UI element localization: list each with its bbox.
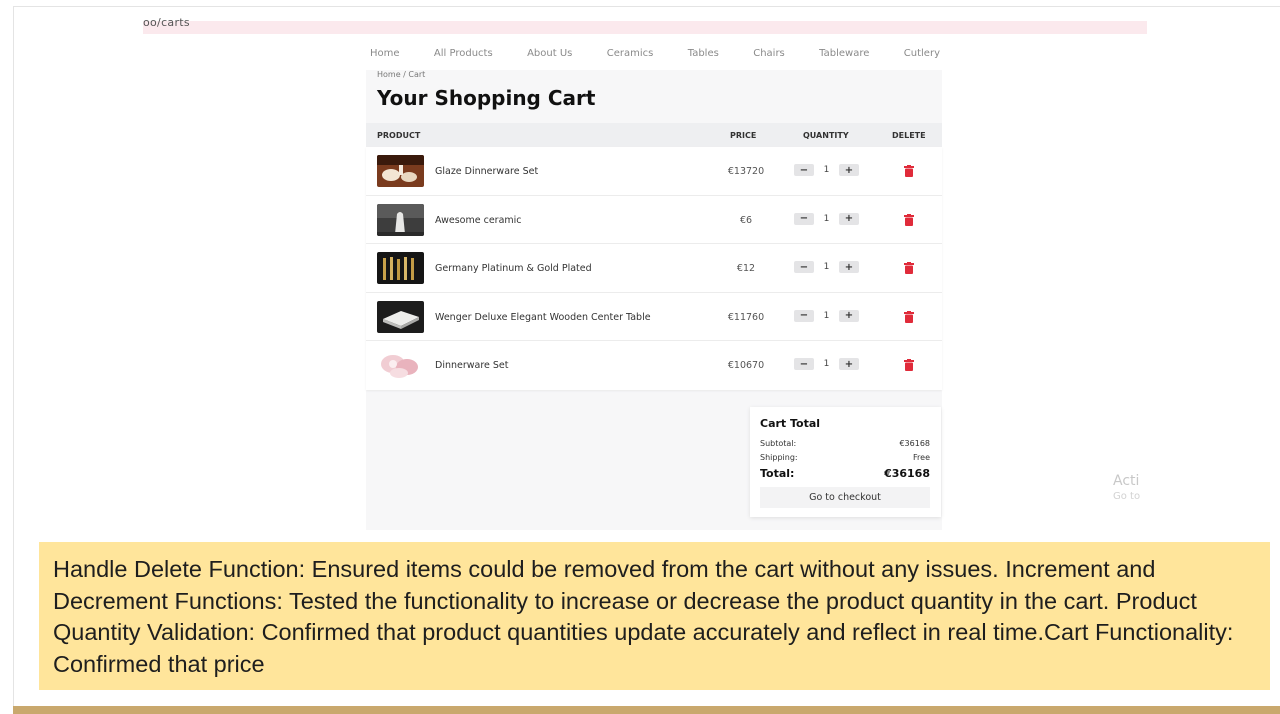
product-thumbnail-wooden-table — [377, 300, 424, 333]
quantity-value: 1 — [823, 165, 830, 175]
product-thumbnail-gold-cutlery — [377, 252, 424, 285]
activate-watermark-subtitle: Go to — [1113, 491, 1141, 502]
subtotal-value: €36168 — [899, 439, 930, 448]
activate-watermark-title: Acti — [1113, 473, 1140, 489]
trash-icon[interactable] — [904, 262, 914, 275]
slide-bottom-bar — [13, 706, 1280, 714]
caption-note: Handle Delete Function: Ensured items co… — [39, 542, 1270, 690]
breadcrumb[interactable]: Home / Cart — [377, 70, 425, 79]
decrement-button[interactable]: − — [794, 212, 814, 225]
page-title: Your Shopping Cart — [377, 86, 596, 110]
shipping-value: Free — [913, 453, 930, 462]
product-price: €13720 — [727, 166, 765, 177]
trash-icon[interactable] — [904, 310, 914, 323]
quantity-stepper: − 1 + — [794, 212, 859, 225]
quantity-value: 1 — [823, 359, 830, 370]
quantity-value: 1 — [823, 310, 830, 321]
table-row: Wenger Deluxe Elegant Wooden Center Tabl… — [366, 293, 942, 342]
trash-icon[interactable] — [904, 213, 914, 226]
product-name[interactable]: Awesome ceramic — [435, 215, 522, 226]
product-price: €10670 — [727, 360, 765, 372]
product-price: €6 — [739, 214, 753, 226]
quantity-value: 1 — [823, 262, 830, 273]
product-name[interactable]: Germany Platinum & Gold Plated — [435, 263, 592, 274]
header-product: PRODUCT — [377, 131, 421, 140]
cart-total-title: Cart Total — [760, 417, 821, 430]
nav-item-tables[interactable]: Tables — [688, 48, 719, 59]
quantity-stepper: − 1 + — [794, 358, 859, 371]
product-thumbnail-glaze-dinnerware — [377, 155, 424, 187]
total-line: Total: €36168 — [760, 467, 930, 480]
nav-item-about-us[interactable]: About Us — [527, 48, 572, 59]
table-row: Awesome ceramic €6 − 1 + — [366, 196, 942, 245]
total-label: Total: — [760, 467, 795, 480]
product-name[interactable]: Glaze Dinnerware Set — [435, 166, 538, 177]
subtotal-label: Subtotal: — [760, 439, 797, 448]
url-strip — [143, 21, 1147, 34]
nav-item-home[interactable]: Home — [370, 48, 400, 59]
product-name[interactable]: Wenger Deluxe Elegant Wooden Center Tabl… — [435, 312, 651, 323]
subtotal-line: Subtotal: €36168 — [760, 439, 930, 448]
header-delete: DELETE — [892, 131, 926, 140]
quantity-stepper: − 1 + — [794, 164, 859, 176]
decrement-button[interactable]: − — [794, 164, 814, 176]
cart-table-body: Glaze Dinnerware Set €13720 − 1 + Awesom… — [366, 147, 942, 390]
increment-button[interactable]: + — [839, 164, 859, 176]
nav-item-ceramics[interactable]: Ceramics — [607, 48, 654, 59]
nav-item-chairs[interactable]: Chairs — [753, 48, 785, 59]
header-price: PRICE — [730, 131, 757, 140]
cart-total-panel: Cart Total Subtotal: €36168 Shipping: Fr… — [750, 407, 941, 517]
trash-icon[interactable] — [904, 165, 914, 177]
nav-item-tableware[interactable]: Tableware — [819, 48, 869, 59]
increment-button[interactable]: + — [839, 212, 859, 225]
cart-table-header: PRODUCT PRICE QUANTITY DELETE — [366, 123, 942, 147]
product-thumbnail-dinnerware-set — [377, 349, 424, 382]
table-row: Germany Platinum & Gold Plated €12 − 1 + — [366, 244, 942, 293]
nav-item-cutlery[interactable]: Cutlery — [904, 48, 940, 59]
product-thumbnail-awesome-ceramic — [377, 203, 424, 236]
decrement-button[interactable]: − — [794, 261, 814, 274]
table-row: Dinnerware Set €10670 − 1 + — [366, 341, 942, 390]
increment-button[interactable]: + — [839, 261, 859, 274]
trash-icon[interactable] — [904, 359, 914, 372]
product-price: €11760 — [727, 311, 765, 323]
decrement-button[interactable]: − — [794, 309, 814, 322]
url-fragment: oo/carts — [143, 16, 190, 29]
checkout-button[interactable]: Go to checkout — [760, 487, 930, 508]
shipping-label: Shipping: — [760, 453, 798, 462]
decrement-button[interactable]: − — [794, 358, 814, 371]
product-price: €12 — [736, 263, 756, 275]
nav-item-all-products[interactable]: All Products — [434, 48, 493, 59]
increment-button[interactable]: + — [839, 309, 859, 322]
cart-area: Home / Cart Your Shopping Cart PRODUCT P… — [366, 70, 942, 530]
total-value: €36168 — [884, 467, 930, 480]
shipping-line: Shipping: Free — [760, 453, 930, 462]
product-name[interactable]: Dinnerware Set — [435, 360, 509, 371]
header-quantity: QUANTITY — [803, 131, 849, 140]
quantity-stepper: − 1 + — [794, 261, 859, 274]
main-nav: Home All Products About Us Ceramics Tabl… — [370, 48, 940, 59]
table-row: Glaze Dinnerware Set €13720 − 1 + — [366, 147, 942, 196]
increment-button[interactable]: + — [839, 358, 859, 371]
quantity-value: 1 — [823, 213, 830, 224]
quantity-stepper: − 1 + — [794, 309, 859, 322]
